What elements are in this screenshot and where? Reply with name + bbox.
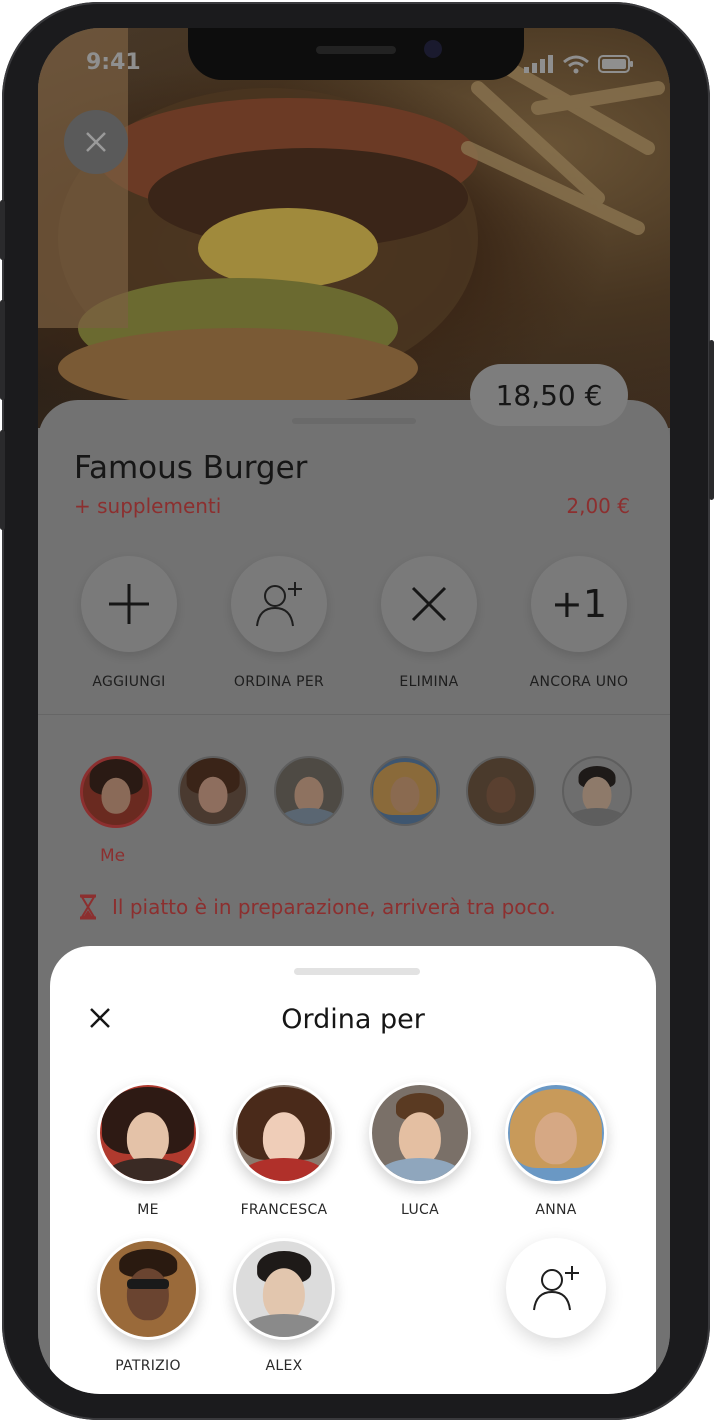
- close-product-button[interactable]: [64, 110, 128, 174]
- diner-avatar-alex[interactable]: [562, 756, 632, 826]
- product-price: 18,50 €: [470, 364, 628, 426]
- section-divider: [38, 714, 670, 715]
- plus-one-icon: +1: [550, 582, 608, 626]
- sheet-title: Ordina per: [281, 1004, 425, 1035]
- phone-silent-switch: [0, 200, 5, 260]
- add-person-icon: [256, 582, 302, 627]
- person-me[interactable]: ME: [88, 1082, 208, 1218]
- status-bar-icons: [524, 54, 634, 74]
- supplements-price: 2,00 €: [566, 494, 630, 518]
- plus-icon: [109, 584, 149, 624]
- order-for-action-button[interactable]: [231, 556, 327, 652]
- close-icon: [90, 1008, 110, 1028]
- person-name: ME: [137, 1202, 159, 1218]
- person-name: FRANCESCA: [240, 1202, 328, 1218]
- hourglass-icon: [80, 894, 96, 920]
- avatar[interactable]: [233, 1238, 335, 1340]
- delete-action-label: ELIMINA: [399, 674, 459, 690]
- card-drag-handle[interactable]: [292, 418, 416, 424]
- one-more-action-label: ANCORA UNO: [529, 674, 629, 690]
- add-person-icon: [533, 1266, 579, 1311]
- person-patrizio[interactable]: PATRIZIO: [88, 1238, 208, 1374]
- one-more-action[interactable]: +1 ANCORA UNO: [504, 556, 654, 690]
- add-action-button[interactable]: [81, 556, 177, 652]
- person-name: ALEX: [265, 1358, 303, 1374]
- diner-avatar-francesca[interactable]: [178, 756, 248, 826]
- supplements-link[interactable]: + supplementi: [74, 494, 221, 518]
- phone-power-button: [709, 340, 714, 500]
- battery-icon: [598, 55, 633, 73]
- order-for-action-label: ORDINA PER: [233, 674, 325, 690]
- sunglasses-icon: [126, 1279, 170, 1289]
- avatar[interactable]: [233, 1082, 335, 1184]
- person-name: LUCA: [401, 1202, 439, 1218]
- close-icon: [411, 586, 447, 622]
- avatar[interactable]: [97, 1238, 199, 1340]
- sheet-drag-handle[interactable]: [294, 968, 420, 975]
- preparation-status-text: Il piatto è in preparazione, arriverà tr…: [112, 895, 556, 919]
- order-for-action[interactable]: ORDINA PER: [204, 556, 354, 690]
- person-anna[interactable]: ANNA: [496, 1082, 616, 1218]
- selected-diner-label: Me: [100, 846, 126, 866]
- product-name: Famous Burger: [74, 450, 308, 486]
- phone-notch: [188, 28, 524, 80]
- add-action[interactable]: AGGIUNGI: [54, 556, 204, 690]
- add-person-button[interactable]: [506, 1238, 606, 1338]
- person-luca[interactable]: LUCA: [360, 1082, 480, 1218]
- diner-avatar-luca[interactable]: [274, 756, 344, 826]
- order-for-sheet: Ordina per ME FRANCESCA LUCA ANNA PATRIZ…: [50, 946, 656, 1394]
- sheet-close-button[interactable]: [88, 1006, 112, 1034]
- phone-volume-up: [0, 300, 5, 400]
- diner-avatar-patrizio[interactable]: [466, 756, 536, 826]
- one-more-action-button[interactable]: +1: [531, 556, 627, 652]
- avatar[interactable]: [369, 1082, 471, 1184]
- phone-volume-down: [0, 430, 5, 530]
- app-screen: 9:41 Famous Burger + supplementi 2,00 €: [38, 28, 670, 1394]
- person-alex[interactable]: ALEX: [224, 1238, 344, 1374]
- signal-icon: [524, 55, 553, 73]
- person-name: ANNA: [535, 1202, 577, 1218]
- diners-row: [80, 756, 632, 828]
- add-action-label: AGGIUNGI: [92, 674, 166, 690]
- preparation-status: Il piatto è in preparazione, arriverà tr…: [78, 894, 556, 920]
- person-name: PATRIZIO: [115, 1358, 181, 1374]
- wifi-icon: [563, 55, 589, 74]
- delete-action[interactable]: ELIMINA: [354, 556, 504, 690]
- avatar[interactable]: [97, 1082, 199, 1184]
- avatar[interactable]: [505, 1082, 607, 1184]
- delete-action-button[interactable]: [381, 556, 477, 652]
- diner-avatar-me[interactable]: [80, 756, 152, 828]
- person-francesca[interactable]: FRANCESCA: [224, 1082, 344, 1218]
- diner-avatar-anna[interactable]: [370, 756, 440, 826]
- close-icon: [86, 132, 106, 152]
- product-actions: AGGIUNGI ORDINA PER ELIMINA +1 ANCORA UN…: [54, 556, 654, 690]
- status-time: 9:41: [86, 50, 141, 75]
